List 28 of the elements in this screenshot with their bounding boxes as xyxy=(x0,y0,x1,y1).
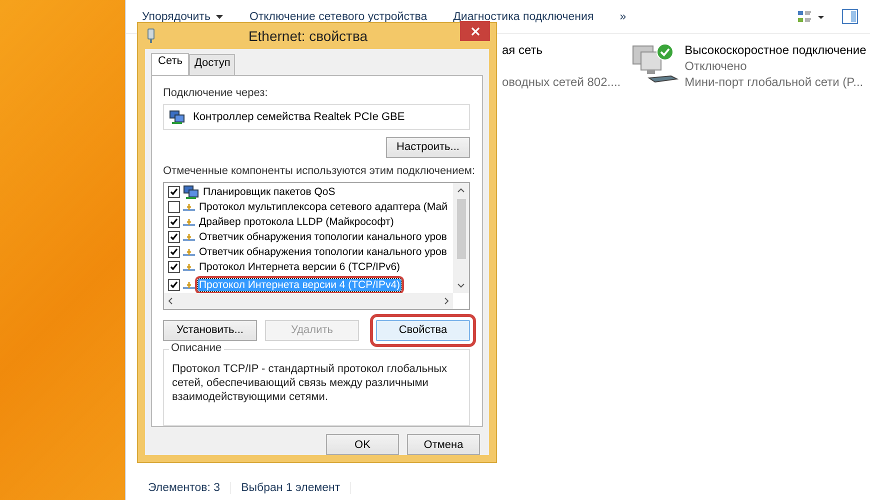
tab[interactable]: Доступ xyxy=(189,54,236,75)
connect-label: Подключение через: xyxy=(163,86,269,100)
component-item[interactable]: Драйвер протокола LLDP (Майкрософт) xyxy=(198,216,395,228)
component-item[interactable]: Ответчик обнаружения топологии канального уров xyxy=(198,231,448,244)
dialog-button[interactable]: Отмена xyxy=(407,434,480,455)
toolbar-menu-button[interactable]: Упорядочить xyxy=(142,10,224,22)
configure-button[interactable]: Настроить... xyxy=(386,136,470,158)
tab[interactable]: Сеть xyxy=(151,53,190,75)
dialog-button[interactable]: OK xyxy=(326,434,399,455)
component-item[interactable]: Ответчик обнаружения топологии канального уров xyxy=(198,246,448,258)
adapter-field: Контроллер семейства Realtek PCIe GBE xyxy=(163,104,470,130)
connection-name: Высокоскоростное подключение xyxy=(684,42,866,58)
component-item[interactable]: Протокол Интернета версии 6 (TCP/IPv6) xyxy=(198,261,402,274)
toolbar-button[interactable]: Отключение сетевого устройства xyxy=(249,10,428,22)
description-text: Протокол TCP/IP - стандартный протокол глобальных сетей, обеспечивающий связь между различными взаимодействующими сетями. xyxy=(172,362,448,404)
component-item[interactable]: Протокол мультиплексора сетевого адаптера (Май xyxy=(198,201,448,214)
component-item[interactable]: Планировщик пакетов QoS xyxy=(202,186,336,198)
status-text: Элементов: 3 xyxy=(138,482,232,494)
connection-status: Отключено xyxy=(684,58,748,74)
connection-name: ая сеть xyxy=(502,42,544,58)
action-button[interactable]: Установить... xyxy=(163,320,257,341)
toolbar-button[interactable]: » xyxy=(620,10,626,22)
group-title: Описание xyxy=(169,342,224,354)
window-title: Ethernet: свойства xyxy=(247,28,369,44)
connection-device: Мини-порт глобальной сети (P... xyxy=(684,74,864,90)
status-text: Выбран 1 элемент xyxy=(231,482,352,494)
connection-device: оводных сетей 802.... xyxy=(502,74,621,90)
toolbar-button[interactable]: Диагностика подключения xyxy=(453,10,594,22)
